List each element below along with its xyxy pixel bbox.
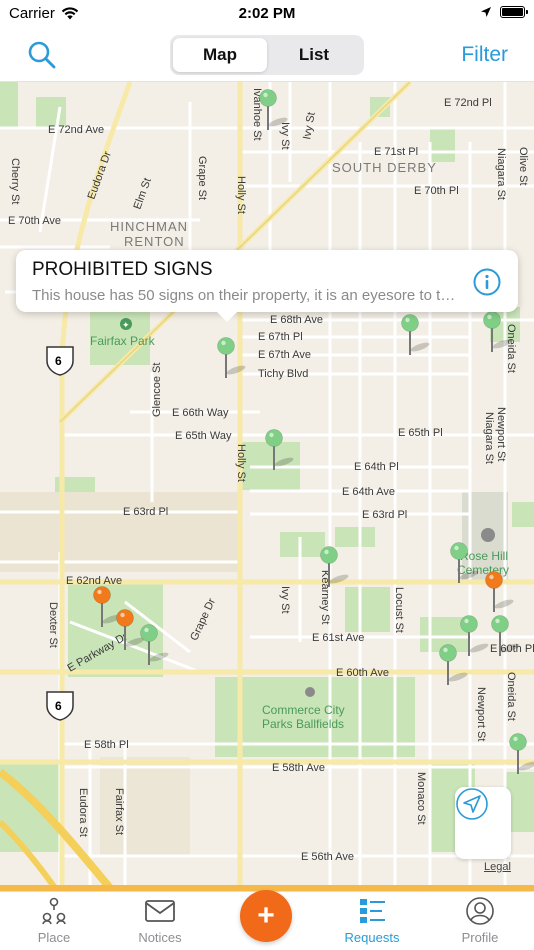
svg-text:Oneida St: Oneida St: [505, 324, 517, 373]
svg-text:E 63rd Pl: E 63rd Pl: [123, 506, 168, 518]
svg-text:E 72nd Ave: E 72nd Ave: [48, 124, 104, 136]
svg-text:E 72nd Pl: E 72nd Pl: [444, 97, 492, 109]
svg-text:Holly St: Holly St: [235, 444, 247, 482]
svg-text:Glencoe St: Glencoe St: [151, 363, 163, 417]
search-button[interactable]: [26, 39, 58, 71]
svg-text:Tichy Blvd: Tichy Blvd: [258, 368, 308, 380]
location-arrow-icon: [481, 7, 491, 17]
highway-shield-1: 6: [46, 346, 74, 376]
svg-text:Niagara St: Niagara St: [495, 148, 507, 200]
locate-me-button[interactable]: [455, 787, 511, 859]
svg-text:E 64th Ave: E 64th Ave: [342, 486, 395, 498]
person-icon: [466, 897, 494, 925]
svg-text:E 65th Way: E 65th Way: [175, 430, 232, 442]
svg-text:Newport St: Newport St: [475, 687, 487, 741]
view-segmented-control: Map List: [170, 35, 364, 75]
svg-text:Oneida St: Oneida St: [505, 672, 517, 721]
svg-text:E 68th Ave: E 68th Ave: [270, 314, 323, 326]
svg-text:Niagara St: Niagara St: [483, 412, 495, 464]
svg-text:E 63rd Pl: E 63rd Pl: [362, 509, 407, 521]
legal-link[interactable]: Legal: [484, 861, 511, 873]
svg-text:Newport St: Newport St: [495, 407, 507, 461]
tab-profile[interactable]: Profile: [430, 896, 530, 945]
pin-callout[interactable]: PROHIBITED SIGNS This house has 50 signs…: [16, 250, 518, 322]
park-label-ballfields: Parks Ballfields: [262, 717, 344, 731]
svg-text:6: 6: [55, 699, 62, 713]
svg-text:E 70th Ave: E 70th Ave: [8, 215, 61, 227]
svg-text:6: 6: [55, 354, 62, 368]
park-label-fairfax: Fairfax Park: [90, 334, 156, 348]
tab-notices[interactable]: Notices: [110, 896, 210, 945]
callout-description: This house has 50 signs on their propert…: [32, 287, 460, 304]
envelope-icon: [145, 900, 175, 922]
area-label-south-derby: SOUTH DERBY: [332, 160, 437, 175]
nav-bar: Map List Filter: [0, 30, 534, 82]
svg-text:E 67th Pl: E 67th Pl: [258, 331, 303, 343]
segment-map[interactable]: Map: [173, 38, 267, 72]
svg-text:Olive St: Olive St: [517, 147, 529, 186]
status-bar: Carrier 2:02 PM: [0, 0, 534, 30]
svg-text:E 65th Pl: E 65th Pl: [398, 427, 443, 439]
tab-place[interactable]: Place: [4, 896, 104, 945]
list-icon: [360, 899, 385, 923]
svg-text:✦: ✦: [122, 320, 130, 330]
svg-text:Locust St: Locust St: [393, 587, 405, 633]
filter-button[interactable]: Filter: [461, 43, 508, 67]
svg-text:E 60th Ave: E 60th Ave: [336, 667, 389, 679]
svg-text:E 66th Way: E 66th Way: [172, 407, 229, 419]
svg-text:Monaco St: Monaco St: [415, 772, 427, 825]
svg-text:Grape Dr: Grape Dr: [188, 596, 218, 642]
svg-text:E 58th Pl: E 58th Pl: [84, 739, 129, 751]
svg-text:Ivy St: Ivy St: [279, 122, 291, 150]
svg-text:Elm St: Elm St: [132, 176, 154, 211]
park-label-commerce-city: Commerce City: [262, 703, 345, 717]
callout-title: PROHIBITED SIGNS: [32, 259, 213, 280]
area-label-hinchman: HINCHMAN: [110, 219, 188, 234]
svg-text:E 67th Ave: E 67th Ave: [258, 349, 311, 361]
create-request-button[interactable]: +: [240, 890, 292, 942]
tab-label-requests: Requests: [344, 930, 400, 945]
svg-text:Ivy St: Ivy St: [279, 586, 291, 614]
navigation-arrow-icon: [456, 788, 488, 820]
info-icon: [473, 268, 501, 296]
svg-text:Cherry St: Cherry St: [9, 158, 21, 204]
svg-text:E 64th Pl: E 64th Pl: [354, 461, 399, 473]
area-label-renton: RENTON: [124, 234, 185, 249]
map-canvas: SOUTH DERBY HINCHMAN RENTON E 72nd Ave E…: [0, 82, 534, 888]
tab-label-profile: Profile: [461, 930, 499, 945]
svg-text:E 56th Ave: E 56th Ave: [301, 851, 354, 863]
ballfield-icon: [305, 687, 315, 697]
map-view[interactable]: SOUTH DERBY HINCHMAN RENTON E 72nd Ave E…: [0, 82, 534, 888]
svg-text:Fairfax St: Fairfax St: [113, 788, 125, 835]
svg-text:E 70th Pl: E 70th Pl: [414, 185, 459, 197]
status-time: 2:02 PM: [238, 5, 296, 22]
svg-text:E 61st Ave: E 61st Ave: [312, 632, 364, 644]
svg-text:Holly St: Holly St: [235, 176, 247, 214]
svg-text:E 58th Ave: E 58th Ave: [272, 762, 325, 774]
segment-list[interactable]: List: [267, 38, 361, 72]
svg-text:Dexter St: Dexter St: [47, 602, 59, 648]
place-icon: [42, 897, 66, 925]
highway-shield-2: 6: [46, 691, 74, 721]
svg-text:Grape St: Grape St: [196, 156, 208, 200]
svg-text:E 71st Pl: E 71st Pl: [374, 146, 418, 158]
svg-text:Eudora Dr: Eudora Dr: [86, 149, 115, 201]
search-icon: [28, 41, 56, 69]
tab-requests[interactable]: Requests: [322, 896, 422, 945]
plus-icon: +: [257, 899, 275, 932]
tab-label-notices: Notices: [138, 930, 182, 945]
tab-bar: Place Notices + Requests Profile: [0, 890, 534, 950]
cemetery-icon: [481, 528, 495, 542]
tab-label-place: Place: [37, 930, 71, 945]
map-pin[interactable]: [485, 571, 515, 613]
svg-text:E 62nd Ave: E 62nd Ave: [66, 575, 122, 587]
info-button[interactable]: [472, 267, 502, 297]
svg-text:Ivy St: Ivy St: [301, 111, 318, 140]
svg-text:Eudora St: Eudora St: [77, 788, 89, 837]
battery-icon: [500, 6, 528, 18]
status-right: [480, 6, 528, 18]
